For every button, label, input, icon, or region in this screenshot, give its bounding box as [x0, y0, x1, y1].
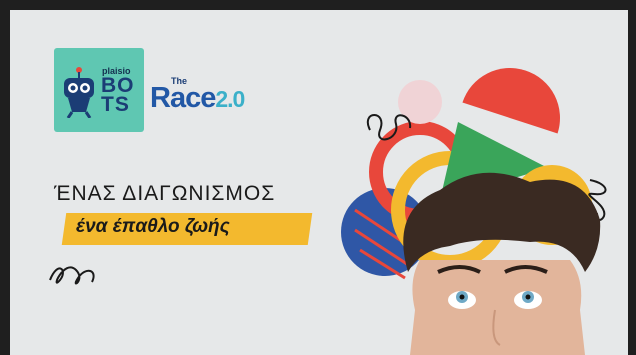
shape-red-halfcircle: [462, 68, 560, 134]
person-photo: [403, 172, 601, 355]
headline: ΈΝΑΣ ΔΙΑΓΩΝΙΣΜΟΣ: [54, 182, 276, 205]
promo-banner: plaisio BO TS The Race2.0 ΈΝΑΣ ΔΙΑΓΩΝΙΣΜ…: [10, 10, 628, 355]
squiggle-left: [49, 266, 95, 285]
tagline: ένα έπαθλο ζωής: [76, 216, 230, 237]
